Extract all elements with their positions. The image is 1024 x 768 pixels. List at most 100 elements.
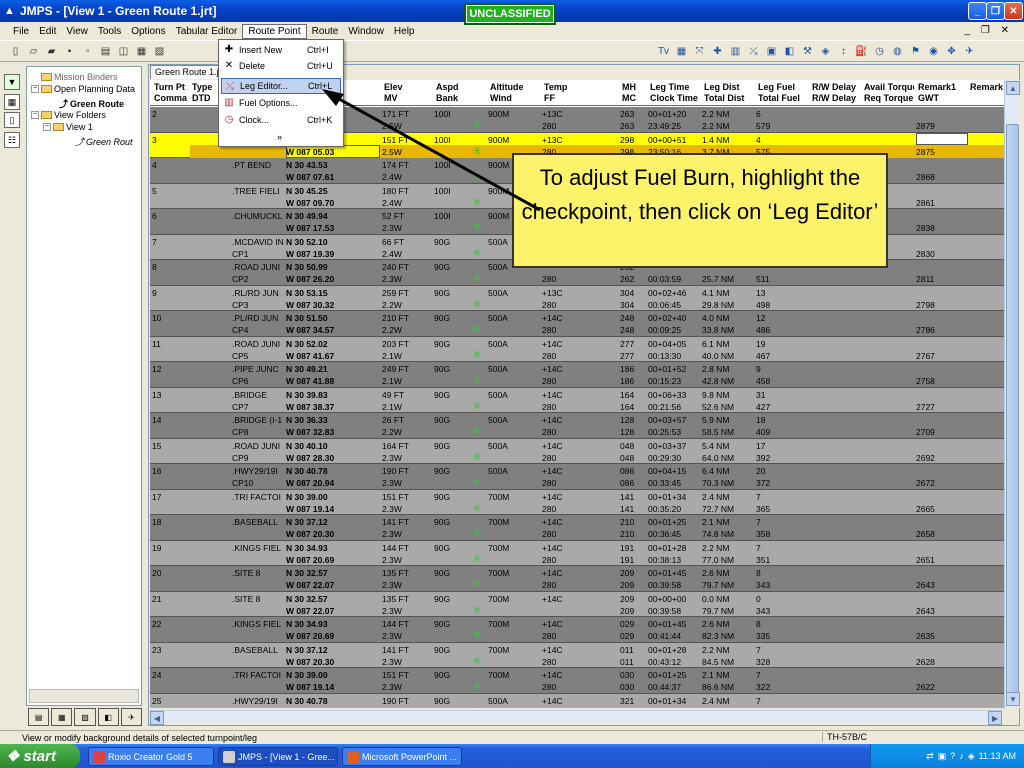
green-tab-icon[interactable]: ▼ bbox=[4, 74, 20, 90]
tab-binder-icon[interactable]: ▤ bbox=[28, 708, 50, 726]
flag-icon[interactable]: ⚑ bbox=[908, 44, 923, 59]
tab-map-icon[interactable]: ◧ bbox=[97, 708, 119, 726]
table-row[interactable]: 15 .ROAD JUNI CP9 N 30 40.10 W 087 28.30 164 … bbox=[150, 438, 1004, 464]
mdi-window-controls[interactable]: _ ❐ ✕ bbox=[960, 24, 1018, 37]
map-icon[interactable]: ◧ bbox=[782, 44, 797, 59]
menu-item-delete[interactable]: ✕ Delete Ctrl+U bbox=[221, 58, 341, 74]
tree-node-view-folders[interactable]: − View Folders bbox=[31, 110, 106, 120]
binder-icon[interactable]: ▦ bbox=[4, 94, 20, 110]
table-row[interactable]: 10 .PL/RD JUN CP4 N 30 51.50 W 087 34.57 210 … bbox=[150, 311, 1004, 337]
save-icon[interactable]: ▪ bbox=[62, 44, 77, 59]
volume-icon[interactable]: ♪ bbox=[959, 751, 964, 761]
menu-tabular-editor[interactable]: Tabular Editor bbox=[171, 25, 243, 38]
grid-icon[interactable]: ▦ bbox=[674, 44, 689, 59]
threat-icon[interactable]: ◉ bbox=[926, 44, 941, 59]
task-powerpoint[interactable]: Microsoft PowerPoint ... bbox=[342, 747, 462, 766]
column-header[interactable]: Remark1 GWT bbox=[916, 82, 966, 104]
tree-node-view-1[interactable]: − View 1 bbox=[43, 122, 93, 132]
table-row[interactable]: 12 .PIPE JUNC CP6 N 30 49.21 W 087 41.88 249 … bbox=[150, 362, 1004, 388]
add-point-icon[interactable]: ✚ bbox=[710, 44, 725, 59]
column-header[interactable]: Leg Fuel Total Fuel bbox=[756, 82, 808, 104]
column-header[interactable]: Elev MV bbox=[382, 82, 432, 104]
collapse-icon[interactable]: − bbox=[31, 111, 39, 119]
start-button[interactable]: ❖ start bbox=[0, 744, 80, 768]
scroll-down-icon[interactable]: ▼ bbox=[1006, 692, 1020, 706]
collapse-icon[interactable]: − bbox=[43, 123, 51, 131]
network-icon[interactable]: ⇄ bbox=[926, 751, 934, 762]
close-button[interactable]: ✕ bbox=[1004, 2, 1023, 20]
menu-edit[interactable]: Edit bbox=[34, 25, 61, 38]
open-folder-icon[interactable]: ▱ bbox=[26, 44, 41, 59]
table-row[interactable]: 22 .KINGS FIEL N 30 34.93 W 087 20.69 144 FT… bbox=[150, 617, 1004, 643]
horizontal-scrollbar[interactable]: ◀ ▶ bbox=[150, 710, 1002, 725]
table-row[interactable]: 19 .KINGS FIEL N 30 34.93 W 087 20.69 144 FT… bbox=[150, 540, 1004, 566]
column-header[interactable]: Leg Time Clock Time bbox=[648, 82, 700, 104]
menu-options[interactable]: Options bbox=[126, 25, 170, 38]
folder-up-icon[interactable]: ▰ bbox=[44, 44, 59, 59]
opt-icon[interactable]: ◈ bbox=[818, 44, 833, 59]
task-roxio[interactable]: Roxio Creator Gold 5 bbox=[88, 747, 214, 766]
tree-horizontal-scrollbar[interactable] bbox=[29, 689, 139, 703]
tabular-editor-tab[interactable]: Green Route 1.jr bbox=[150, 65, 227, 79]
scroll-up-icon[interactable]: ▲ bbox=[1006, 81, 1020, 95]
leg-icon[interactable]: ⤯ bbox=[746, 44, 761, 59]
tree-node-green-route[interactable]: ⤴ Green Route bbox=[59, 97, 124, 110]
tab-table-icon[interactable]: ▦ bbox=[51, 708, 73, 726]
menu-file[interactable]: File bbox=[8, 25, 34, 38]
column-header[interactable]: R/W Delay R/W Delay bbox=[810, 82, 862, 104]
column-header[interactable]: Turn Pt Comma bbox=[152, 82, 190, 104]
tree-node-green-route-view[interactable]: ⤴ Green Rout bbox=[75, 135, 133, 148]
remark-edit-cell[interactable] bbox=[916, 132, 968, 145]
minimize-button[interactable]: _ bbox=[968, 2, 987, 20]
mpc-transfer-icon[interactable]: ▧ bbox=[152, 44, 167, 59]
save-all-icon[interactable]: ▫ bbox=[80, 44, 95, 59]
restore-button[interactable]: ❐ bbox=[986, 2, 1005, 20]
column-header[interactable]: Aspd Bank bbox=[434, 82, 486, 104]
aircraft-icon[interactable]: ✈ bbox=[962, 44, 977, 59]
globe-icon[interactable]: ◍ bbox=[890, 44, 905, 59]
menu-route-point[interactable]: Route Point bbox=[242, 23, 307, 39]
scroll-thumb[interactable] bbox=[1006, 124, 1019, 704]
column-header[interactable]: Altitude Wind bbox=[488, 82, 540, 104]
tv2-icon[interactable]: ↕ bbox=[836, 44, 851, 59]
column-header[interactable]: Avail Torque Req Torque bbox=[862, 82, 914, 104]
table-row[interactable]: 20 .SITE 8 N 30 32.57 W 087 22.07 135 FT 2.3W… bbox=[150, 566, 1004, 592]
table-row[interactable]: 11 .ROAD JUNI CP5 N 30 52.02 W 087 41.67 203 … bbox=[150, 336, 1004, 362]
tree-node-mission-binders[interactable]: Mission Binders bbox=[41, 72, 118, 82]
tab-aircraft-icon[interactable]: ✈ bbox=[120, 708, 143, 726]
tab-layers-icon[interactable]: ▧ bbox=[74, 708, 96, 726]
menu-item-leg-editor[interactable]: ⤯ Leg Editor... Ctrl+L bbox=[221, 78, 341, 94]
tree-view-icon[interactable]: ☷ bbox=[4, 132, 20, 148]
mpc-icon[interactable]: ▦ bbox=[134, 44, 149, 59]
table-row[interactable]: 16 .HWY29/19I CP10 N 30 40.78 W 087 20.94 190… bbox=[150, 464, 1004, 490]
help-icon[interactable]: ? bbox=[950, 751, 955, 761]
table-row[interactable]: 9 .RL/RD JUN CP3 N 30 53.15 W 087 30.32 259 F… bbox=[150, 285, 1004, 311]
scroll-right-icon[interactable]: ▶ bbox=[988, 711, 1002, 725]
menu-help[interactable]: Help bbox=[389, 25, 420, 38]
document-icon[interactable]: ▯ bbox=[4, 112, 20, 128]
menu-item-insert-new[interactable]: ✚ Insert New Ctrl+I bbox=[221, 42, 341, 58]
report-icon[interactable]: ▣ bbox=[764, 44, 779, 59]
table-row[interactable]: 25 .HWY29/19I N 30 40.78 190 FT 90G 500A +14C 3… bbox=[150, 693, 1004, 708]
column-header[interactable]: Remark bbox=[968, 82, 1004, 93]
menu-more-chevron-icon[interactable]: » bbox=[221, 129, 341, 145]
table-row[interactable]: 18 .BASEBALL N 30 37.12 W 087 20.30 141 FT 2.… bbox=[150, 515, 1004, 541]
menu-route[interactable]: Route bbox=[307, 25, 344, 38]
route-icon[interactable]: ⤧ bbox=[692, 44, 707, 59]
clock-toolbar-icon[interactable]: ◷ bbox=[872, 44, 887, 59]
scroll-left-icon[interactable]: ◀ bbox=[150, 711, 164, 725]
move-icon[interactable]: ✥ bbox=[944, 44, 959, 59]
menu-item-fuel-options[interactable]: ▥ Fuel Options... bbox=[221, 95, 341, 111]
print-icon[interactable]: ▤ bbox=[98, 44, 113, 59]
vertical-scrollbar[interactable]: ▲ ▼ bbox=[1004, 80, 1020, 708]
menu-view[interactable]: View bbox=[61, 25, 93, 38]
table-row[interactable]: 24 .TRI FACTOI N 30 39.00 W 087 19.14 151 FT… bbox=[150, 668, 1004, 694]
table-row[interactable]: 13 .BRIDGE CP7 N 30 39.83 W 087 38.37 49 FT 2.… bbox=[150, 387, 1004, 413]
collapse-icon[interactable]: − bbox=[31, 85, 39, 93]
table-row[interactable]: 23 .BASEBALL N 30 37.12 W 087 20.30 141 FT 2.… bbox=[150, 642, 1004, 668]
menu-item-clock[interactable]: ◷ Clock... Ctrl+K bbox=[221, 112, 341, 128]
security-icon[interactable]: ◈ bbox=[968, 751, 975, 762]
column-header[interactable]: Leg Dist Total Dist bbox=[702, 82, 754, 104]
tree-node-open-planning-data[interactable]: − Open Planning Data bbox=[31, 84, 135, 94]
new-file-icon[interactable]: ▯ bbox=[8, 44, 23, 59]
